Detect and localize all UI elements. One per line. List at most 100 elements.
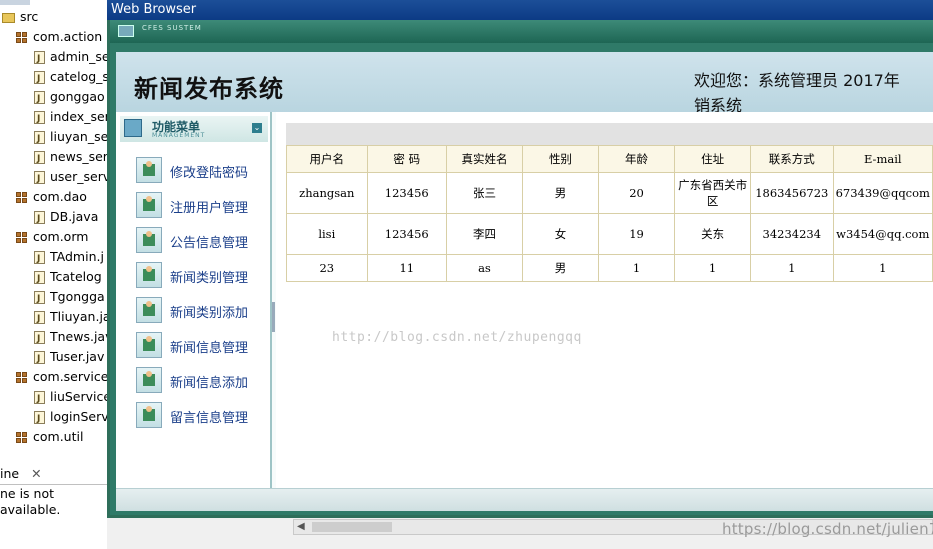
tree-item[interactable]: Tnews.jav [34, 327, 107, 349]
java-file-icon [34, 89, 45, 109]
java-file-icon [34, 49, 45, 69]
tree-item[interactable]: Tliuyan.ja [34, 307, 107, 329]
tree-item-label: index_ser [50, 109, 107, 124]
table-cell: w3454@qq.com [832, 213, 933, 255]
package-icon [16, 31, 28, 44]
package-icon [16, 191, 28, 204]
tree-item[interactable]: Tcatelog [34, 267, 102, 289]
user-card-icon [136, 297, 162, 323]
tree-item[interactable]: com.orm [16, 227, 88, 247]
column-header: 性别 [521, 145, 599, 173]
menu-item-label: 公告信息管理 [170, 236, 249, 251]
tree-item[interactable]: catelog_s [34, 67, 107, 89]
tree-item-label: Tgongga [50, 289, 105, 304]
menu-item-label: 新闻类别管理 [170, 271, 249, 286]
table-cell: 673439@qqcom [832, 172, 933, 214]
welcome-text: 欢迎您：系统管理员 2017年 [694, 71, 900, 90]
tree-item[interactable]: com.dao [16, 187, 87, 207]
app-inner: 新闻发布系统 欢迎您：系统管理员 2017年 销系统 功能菜单 MANAGEME… [116, 52, 933, 511]
table-cell: 1 [832, 254, 933, 282]
tree-item[interactable]: user_serv [34, 167, 107, 189]
sidebar-menu-item[interactable]: 留言信息管理 [136, 402, 266, 430]
tree-item[interactable]: src [2, 7, 38, 27]
tree-item-label: gonggao [50, 89, 105, 104]
browser-title: Web Browser [111, 2, 197, 17]
sidebar-menu-item[interactable]: 修改登陆密码 [136, 157, 266, 185]
java-file-icon [34, 309, 45, 329]
tree-item-label: com.orm [33, 229, 89, 244]
tree-item-label: liuService [50, 389, 107, 404]
outline-tab[interactable]: ine ✕ [0, 464, 107, 485]
column-header: 住址 [674, 145, 752, 173]
welcome-text-2: 销系统 [694, 96, 743, 112]
content-toolbar [286, 123, 933, 145]
content-area: 用户名密 码真实姓名 性别 年龄 住址 联系方式 E-mail zhangsan 12345… [276, 112, 933, 488]
tree-item-label: Tnews.jav [50, 329, 107, 344]
sidebar-menu: 功能菜单 MANAGEMENT ⌄ 修改登陆密码 注册用户管理公告信息管理 新闻类别… [116, 112, 272, 488]
table-cell: 女 [521, 213, 599, 255]
scrollbar-thumb[interactable] [312, 522, 392, 532]
tree-item[interactable]: liuService [34, 387, 107, 409]
sidebar-menu-item[interactable]: 新闻类别管理 [136, 262, 266, 290]
tree-item-label: com.dao [33, 189, 87, 204]
tree-item-label: user_serv [50, 169, 107, 184]
monitor-icon [118, 25, 134, 37]
tree-item[interactable]: Tuser.jav [34, 347, 104, 369]
menu-header: 功能菜单 MANAGEMENT ⌄ [120, 116, 268, 142]
tree-item[interactable]: news_ser [34, 147, 107, 169]
user-card-icon [136, 402, 162, 428]
strip-label: CFES SUSTEM [142, 24, 202, 32]
java-file-icon [34, 409, 45, 429]
tree-item[interactable]: loginServ [34, 407, 107, 429]
menu-item-label: 留言信息管理 [170, 411, 249, 426]
tree-item-label: catelog_s [50, 69, 107, 84]
table-cell: 1863456723 [750, 172, 834, 214]
sidebar-splitter[interactable] [272, 302, 275, 332]
sidebar-menu-item[interactable]: 新闻类别添加 [136, 297, 266, 325]
sidebar-menu-item[interactable]: 注册用户管理 [136, 192, 266, 220]
column-header: 密 码 [366, 145, 447, 173]
collapse-toggle-icon[interactable]: ⌄ [252, 123, 262, 133]
table-cell: 关东 [674, 213, 752, 255]
menu-item-label: 新闻类别添加 [170, 306, 249, 321]
table-cell: 1 [597, 254, 676, 282]
tree-item[interactable]: com.util [16, 427, 83, 447]
tree-item[interactable]: Tgongga [34, 287, 105, 309]
table-header-row: 用户名密 码真实姓名 性别 年龄 住址 联系方式 E-mail [286, 145, 933, 173]
menu-subtitle: MANAGEMENT [152, 132, 206, 139]
table-cell: 张三 [445, 172, 523, 214]
tree-item[interactable]: admin_se [34, 47, 107, 69]
java-file-icon [34, 69, 45, 89]
outline-tab-label: ine [0, 466, 20, 481]
scroll-left-icon[interactable]: ◀ [297, 521, 305, 532]
table-row: lisi 123456 李四女 19 关东 34234234 w3454@qq.com [286, 213, 933, 255]
sidebar-menu-item[interactable]: 新闻信息添加 [136, 367, 266, 395]
menu-book-icon [124, 119, 142, 137]
java-file-icon [34, 169, 45, 189]
table-cell: 广东省西关市区 [674, 172, 752, 214]
tree-item[interactable]: com.action [16, 27, 102, 47]
tree-item[interactable]: DB.java [34, 207, 99, 229]
browser-title-bar: Web Browser [107, 0, 933, 20]
tree-item-label: src [20, 9, 39, 24]
column-header: 联系方式 [750, 145, 834, 173]
tree-item[interactable]: liuyan_se [34, 127, 107, 149]
java-file-icon [34, 249, 45, 269]
table-cell: 20 [597, 172, 676, 214]
tree-item-label: liuyan_se [50, 129, 107, 144]
outline-panel: ine ✕ ne is not available. [0, 462, 107, 549]
sidebar-menu-item[interactable]: 公告信息管理 [136, 227, 266, 255]
user-card-icon [136, 227, 162, 253]
user-table: 用户名密 码真实姓名 性别 年龄 住址 联系方式 E-mail zhangsan 12345… [286, 145, 933, 282]
sidebar-menu-item[interactable]: 新闻信息管理 [136, 332, 266, 360]
content-watermark: http://blog.csdn.net/zhupengqq [332, 330, 582, 345]
app-footer [116, 488, 933, 511]
tree-item[interactable]: com.service [16, 367, 107, 387]
tree-item[interactable]: gonggao [34, 87, 105, 109]
tree-item-label: DB.java [50, 209, 99, 224]
tree-item[interactable]: TAdmin.j [34, 247, 104, 269]
table-row: 23 11 as 男 1 1 1 1 [286, 254, 933, 282]
close-icon[interactable]: ✕ [31, 466, 41, 481]
tree-item[interactable]: index_ser [34, 107, 107, 129]
tree-item-label: com.util [33, 429, 84, 444]
